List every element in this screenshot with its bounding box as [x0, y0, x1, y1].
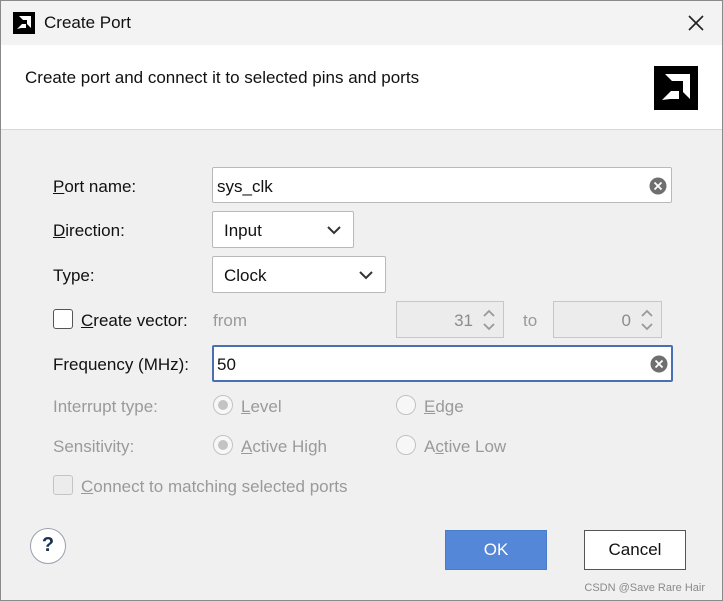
- frequency-input[interactable]: 50: [212, 345, 673, 382]
- vector-from-value: 31: [454, 311, 473, 330]
- clear-icon[interactable]: [649, 354, 669, 374]
- active-high-label-text: ctive High: [252, 437, 327, 456]
- sensitivity-active-low-radio: [396, 435, 416, 455]
- window-title: Create Port: [44, 13, 131, 32]
- amd-logo-icon: [654, 66, 698, 110]
- sensitivity-active-high-label: Active High: [241, 437, 327, 457]
- vector-from-spinner: 31: [396, 301, 504, 338]
- create-port-dialog: Create Port Create port and connect it t…: [0, 0, 723, 601]
- interrupt-edge-radio: [396, 395, 416, 415]
- interrupt-type-label: Interrupt type:: [53, 397, 158, 416]
- active-high-mnemonic: A: [241, 437, 253, 456]
- vector-to-spinner: 0: [553, 301, 662, 338]
- type-label: Type:: [53, 266, 95, 285]
- port-name-mnemonic: P: [53, 177, 65, 196]
- create-vector-label-text: reate vector:: [93, 311, 188, 330]
- watermark: CSDN @Save Rare Hair: [584, 582, 705, 594]
- connect-matching-checkbox: [53, 475, 73, 495]
- interrupt-level-label-text: evel: [250, 397, 282, 416]
- spinner-arrows-icon: [483, 309, 495, 331]
- vector-to-value: 0: [621, 311, 631, 330]
- create-vector-label: Create vector:: [81, 311, 188, 331]
- amd-logo-icon: [13, 12, 35, 34]
- dialog-description: Create port and connect it to selected p…: [25, 68, 420, 87]
- close-icon[interactable]: [684, 11, 708, 35]
- connect-matching-mnemonic: C: [81, 477, 94, 496]
- vector-from-label: from: [213, 311, 247, 330]
- frequency-value: 50: [217, 355, 236, 374]
- connect-matching-label-text: onnect to matching selected ports: [93, 477, 348, 496]
- direction-mnemonic: D: [53, 221, 66, 240]
- chevron-down-icon: [359, 271, 373, 280]
- clear-icon[interactable]: [648, 176, 668, 196]
- sensitivity-active-low-label: Active Low: [424, 437, 506, 457]
- port-name-label-text: ort name:: [64, 177, 137, 196]
- ok-button[interactable]: OK: [445, 530, 547, 570]
- port-name-label: Port name:: [53, 177, 136, 197]
- port-name-value: sys_clk: [217, 177, 273, 196]
- active-low-label-prefix: A: [424, 437, 436, 456]
- direction-select[interactable]: Input: [212, 211, 354, 248]
- connect-matching-label: Connect to matching selected ports: [81, 477, 347, 497]
- type-value: Clock: [224, 266, 267, 285]
- spinner-arrows-icon: [641, 309, 653, 331]
- interrupt-edge-label: Edge: [424, 397, 464, 417]
- sensitivity-active-high-radio: [213, 435, 233, 455]
- sensitivity-label: Sensitivity:: [53, 437, 135, 456]
- type-select[interactable]: Clock: [212, 256, 386, 293]
- header-banner: Create port and connect it to selected p…: [1, 45, 722, 130]
- create-vector-mnemonic: C: [81, 311, 94, 330]
- cancel-button[interactable]: Cancel: [584, 530, 686, 570]
- interrupt-edge-label-text: dge: [435, 397, 464, 416]
- interrupt-edge-mnemonic: E: [424, 397, 436, 416]
- create-vector-checkbox[interactable]: [53, 309, 73, 329]
- interrupt-level-radio: [213, 395, 233, 415]
- active-low-label-text: tive Low: [443, 437, 507, 456]
- vector-to-label: to: [523, 311, 538, 330]
- frequency-label: Frequency (MHz):: [53, 355, 190, 374]
- interrupt-level-label: Level: [241, 397, 282, 417]
- chevron-down-icon: [327, 226, 341, 235]
- active-low-mnemonic: c: [435, 437, 444, 456]
- direction-label-text: irection:: [65, 221, 125, 240]
- help-button[interactable]: ?: [30, 528, 66, 564]
- title-bar: Create Port: [1, 1, 722, 45]
- direction-value: Input: [224, 221, 262, 240]
- direction-label: Direction:: [53, 221, 125, 241]
- port-name-input[interactable]: sys_clk: [212, 167, 672, 203]
